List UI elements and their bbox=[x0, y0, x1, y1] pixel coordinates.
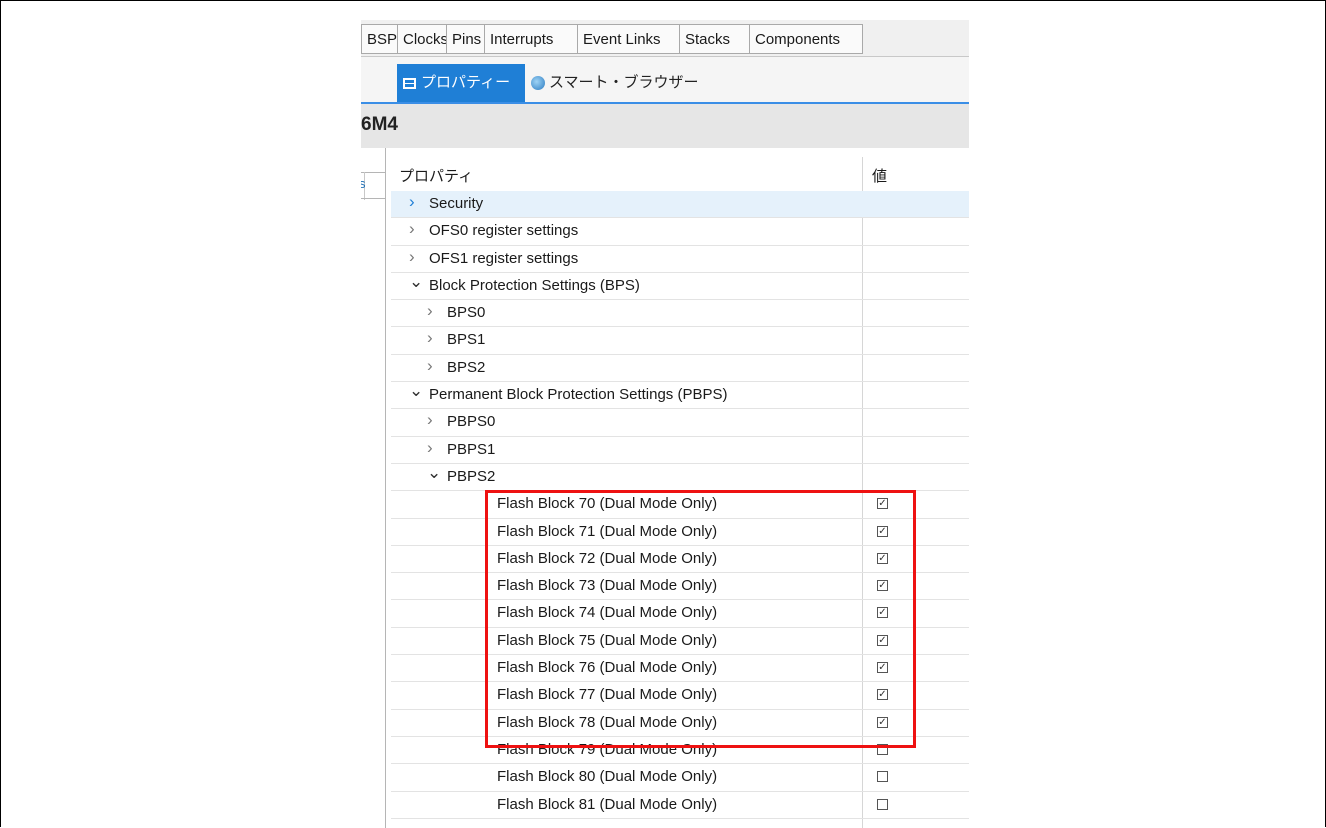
property-label: OFS0 register settings bbox=[429, 222, 579, 240]
config-tab-strip: BSP Clocks Pins Interrupts Event Links Stacks… bbox=[361, 20, 969, 57]
table-row[interactable]: › OFS0 register settings bbox=[391, 218, 969, 246]
property-label: PBPS0 bbox=[447, 413, 496, 431]
property-label: Security bbox=[429, 195, 484, 212]
unchecked-checkbox[interactable] bbox=[877, 798, 888, 810]
tab-properties[interactable]: プロパティー✕ bbox=[397, 64, 525, 129]
property-label: PBPS2 bbox=[447, 467, 496, 485]
table-row[interactable]: › PBPS1 bbox=[391, 437, 969, 464]
tab-pins[interactable]: Pins bbox=[446, 24, 484, 54]
editor-title-bar: 6M4 bbox=[361, 104, 969, 148]
unchecked-checkbox[interactable] bbox=[877, 771, 888, 783]
chevron-right-icon[interactable]: › bbox=[427, 301, 439, 321]
table-row[interactable]: › PBPS0 bbox=[391, 409, 969, 437]
table-row[interactable]: › BPS2 bbox=[391, 355, 969, 383]
table-row[interactable]: › BPS0 bbox=[391, 300, 969, 328]
table-row[interactable]: › Security bbox=[391, 191, 969, 219]
globe-icon bbox=[531, 76, 545, 91]
chevron-right-icon[interactable]: › bbox=[409, 192, 421, 212]
table-row[interactable]: ⌄ Permanent Block Protection Settings (PB… bbox=[391, 381, 969, 410]
left-panel-text-fragment: s bbox=[361, 176, 366, 191]
left-panel-body bbox=[361, 198, 385, 828]
tab-smart-browser-label: スマート・ブラウザー bbox=[549, 74, 699, 91]
property-label: Flash Block 81 (Dual Mode Only) bbox=[497, 795, 718, 813]
tab-event-links[interactable]: Event Links bbox=[577, 24, 679, 54]
chevron-right-icon[interactable]: › bbox=[427, 328, 439, 348]
ide-screenshot: BSP Clocks Pins Interrupts Event Links Stacks… bbox=[361, 20, 969, 828]
page-title: 6M4 bbox=[361, 114, 398, 135]
table-row[interactable]: › OFS1 register settings bbox=[391, 246, 969, 273]
property-label: PBPS1 bbox=[447, 440, 496, 458]
property-label: BPS2 bbox=[447, 358, 486, 376]
left-panel-header bbox=[361, 148, 385, 173]
view-tab-bar: プロパティー✕ スマート・ブラウザー bbox=[361, 57, 969, 129]
property-label: Flash Block 80 (Dual Mode Only) bbox=[497, 768, 718, 786]
property-label: OFS1 register settings bbox=[429, 249, 579, 267]
property-label: BPS0 bbox=[447, 304, 486, 322]
chevron-down-icon[interactable]: ⌄ bbox=[409, 381, 423, 401]
chevron-right-icon[interactable]: › bbox=[427, 356, 439, 376]
table-header: プロパティ 値 bbox=[391, 157, 969, 191]
chevron-right-icon[interactable]: › bbox=[427, 438, 439, 458]
tab-clocks[interactable]: Clocks bbox=[397, 24, 448, 54]
table-row[interactable]: ⌄ PBPS2 bbox=[391, 463, 969, 492]
column-header-value[interactable]: 値 bbox=[872, 165, 887, 186]
table-row[interactable]: › BPS1 bbox=[391, 327, 969, 355]
property-label: Permanent Block Protection Settings (PBP… bbox=[429, 386, 728, 404]
property-label: Block Protection Settings (BPS) bbox=[429, 276, 640, 294]
chevron-down-icon[interactable]: ⌄ bbox=[427, 463, 441, 483]
column-header-property[interactable]: プロパティ bbox=[399, 165, 473, 186]
tab-properties-label: プロパティー bbox=[421, 74, 511, 91]
properties-icon bbox=[403, 77, 416, 89]
tab-stacks[interactable]: Stacks bbox=[679, 24, 749, 54]
left-panel-edge: s bbox=[361, 148, 386, 828]
table-row[interactable]: Flash Block 80 (Dual Mode Only) bbox=[391, 764, 969, 792]
highlight-box bbox=[485, 490, 916, 748]
tab-components[interactable]: Components bbox=[749, 24, 863, 54]
table-row[interactable]: ⌄ Block Protection Settings (BPS) bbox=[391, 272, 969, 301]
tab-smart-browser[interactable]: スマート・ブラウザー bbox=[531, 64, 699, 102]
table-row[interactable]: Flash Block 81 (Dual Mode Only) bbox=[391, 792, 969, 819]
chevron-down-icon[interactable]: ⌄ bbox=[409, 272, 423, 292]
chevron-right-icon[interactable]: › bbox=[409, 247, 421, 267]
chevron-right-icon[interactable]: › bbox=[427, 410, 439, 430]
tab-interrupts[interactable]: Interrupts bbox=[484, 24, 577, 54]
property-label: BPS1 bbox=[447, 331, 486, 349]
chevron-right-icon[interactable]: › bbox=[409, 219, 421, 239]
tab-bsp[interactable]: BSP bbox=[361, 24, 397, 54]
